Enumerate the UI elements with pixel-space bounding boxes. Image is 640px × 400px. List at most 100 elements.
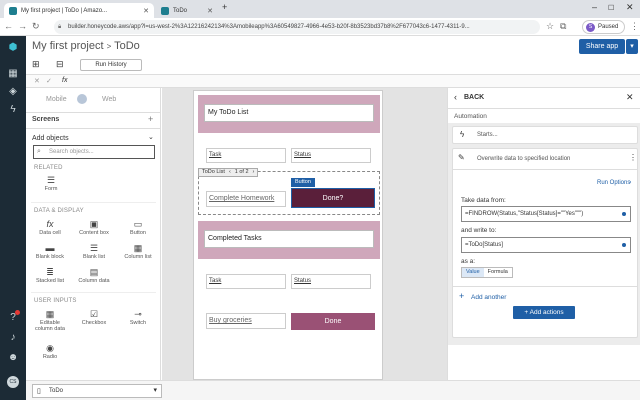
action-title: Overwrite data to specified location [477,156,571,162]
object-form[interactable]: ☰ Form [33,174,69,192]
add-actions-button[interactable]: + Add actions [513,306,575,319]
image-icon: ▣ [89,219,99,229]
editable-column-icon: ▦ [45,309,55,319]
completed-title[interactable]: Completed Tasks [204,230,374,248]
close-icon[interactable]: ✕ [143,7,149,15]
screen-name[interactable]: ToDo [114,40,140,52]
mode-web-tab[interactable]: Web [102,96,116,103]
object-blank-block[interactable]: ▬ Blank block [32,242,68,260]
object-radio[interactable]: ◉ Radio [32,342,68,360]
cancel-icon[interactable]: ✕ [34,77,40,85]
back-arrow-icon[interactable]: ← [4,21,13,31]
bell-icon[interactable]: ♪ [7,332,19,344]
add-another-link[interactable]: Add another [471,294,506,301]
screen-title[interactable]: My ToDo List [204,104,374,122]
chevron-down-icon[interactable]: ⌄ [148,133,154,141]
prev-page-icon[interactable]: ‹ [229,169,231,176]
browser-tab-todo[interactable]: ToDo ✕ [156,3,218,18]
screen-icon: ▯ [37,388,41,395]
screen-select[interactable]: ▯ ToDo ▾ [32,384,162,398]
object-stacked-list[interactable]: ≣ Stacked list [32,266,68,284]
profile-paused-chip[interactable]: S Paused [582,20,626,34]
project-name[interactable]: My first project [32,40,104,52]
object-checkbox[interactable]: ☑ Checkbox [76,308,112,326]
new-tab-icon[interactable]: + [222,2,227,12]
add-screen-icon[interactable]: ⊞ [32,59,40,70]
next-page-icon[interactable]: › [253,169,255,176]
write-to-label: and write to: [461,227,497,234]
run-options-link[interactable]: Run Options [597,180,630,186]
team-icon[interactable]: ☻ [7,352,19,364]
done-button-2[interactable]: Done [291,313,375,330]
take-data-field[interactable]: =FINDROW(Status,"Status[Status]=""Yes"""… [461,206,631,222]
stacked-list-icon: ≣ [46,267,54,277]
object-column-list[interactable]: ▦ Column list [120,242,156,260]
chevron-down-icon[interactable]: ▾ [626,39,638,54]
automation-panel: ‹ BACK ✕ Automation ϟ Starts... ✎ Overwr… [447,88,640,380]
search-objects-input[interactable]: ⌕ Search objects... [33,145,155,159]
button-icon: ▭ [133,219,143,229]
browser-tab-project[interactable]: My first project | ToDo | Amazo... ✕ [4,3,154,18]
mode-mobile-tab[interactable]: Mobile [46,96,67,103]
run-history-button[interactable]: Run History [80,59,142,71]
layout-icon[interactable]: ⊟ [56,59,64,70]
kebab-menu-icon[interactable]: ⋮ [629,153,637,162]
extension-icon[interactable]: ⧉ [560,21,566,32]
object-switch[interactable]: ⊸ Switch [120,308,156,326]
task-cell[interactable]: Complete Homework [206,191,286,207]
object-editable-column-data[interactable]: ▦ Editable column data [32,308,68,332]
status-header-cell[interactable]: Status [291,148,371,163]
formula-option[interactable]: Formula [484,268,512,277]
status-header-cell-2[interactable]: Status [291,274,371,289]
done-button[interactable]: Done? [291,188,375,208]
chevron-left-icon[interactable]: ‹ [454,92,457,102]
section-title: Automation [454,113,487,120]
automations-icon[interactable]: ϟ [7,104,19,116]
forward-arrow-icon[interactable]: → [18,21,27,31]
add-screen-icon[interactable]: + [148,114,153,124]
starts-label: Starts... [477,132,498,138]
builder-toolbar: ⊞ ⊟ Run History [26,58,640,74]
builder-icon[interactable]: ◈ [7,86,19,98]
star-icon[interactable]: ☆ [546,21,554,32]
header-block[interactable]: My ToDo List [198,95,380,133]
plus-icon[interactable]: + [459,291,464,301]
honeycode-logo-icon[interactable]: ⬢ [7,42,19,54]
honeycode-favicon-icon [9,6,17,15]
object-content-box[interactable]: ▣ Content box [76,218,112,236]
check-icon[interactable]: ✓ [46,77,52,85]
object-blank-list[interactable]: ☰ Blank list [76,242,112,260]
url-field[interactable]: 🔒︎ builder.honeycode.aws/app?l=us-west-2… [54,20,540,34]
object-column-data[interactable]: ▤ Column data [76,266,112,284]
maximize-icon[interactable]: ☐ [608,4,614,12]
task-header-cell-2[interactable]: Task [206,274,286,289]
screens-label[interactable]: Screens [32,116,59,123]
trigger-step[interactable]: ϟ Starts... [452,126,638,144]
close-icon[interactable]: ✕ [207,7,213,15]
completed-block[interactable]: Completed Tasks [198,221,380,259]
value-option[interactable]: Value [462,268,484,277]
user-avatar[interactable]: CS [7,376,19,388]
kebab-menu-icon[interactable]: ⋮ [630,21,639,32]
window-close-icon[interactable]: ✕ [626,2,634,13]
button-tag: Button [291,178,315,187]
close-icon[interactable]: ✕ [626,92,634,103]
breadcrumb-separator: > [106,42,112,51]
share-app-button[interactable]: Share app [579,39,625,54]
completed-task-cell[interactable]: Buy groceries [206,313,286,329]
address-bar: ← → ↻ 🔒︎ builder.honeycode.aws/app?l=us-… [0,18,640,36]
mode-toggle[interactable] [77,94,87,104]
tab-title: ToDo [173,7,188,14]
object-data-cell[interactable]: fx Data cell [32,218,68,236]
object-button[interactable]: ▭ Button [120,218,156,236]
user-inputs-label: USER INPUTS [34,298,77,304]
task-header-cell[interactable]: Task [206,148,286,163]
back-button[interactable]: BACK [464,94,484,101]
chevron-right-icon[interactable]: › [629,179,631,186]
minimize-icon[interactable]: – [592,2,597,12]
tables-icon[interactable]: ▦ [7,68,19,80]
reload-icon[interactable]: ↻ [32,21,40,32]
lock-icon: 🔒︎ [58,24,62,30]
pager: 1 of 2 [234,169,249,175]
write-to-field[interactable]: =ToDo[Status] [461,237,631,253]
